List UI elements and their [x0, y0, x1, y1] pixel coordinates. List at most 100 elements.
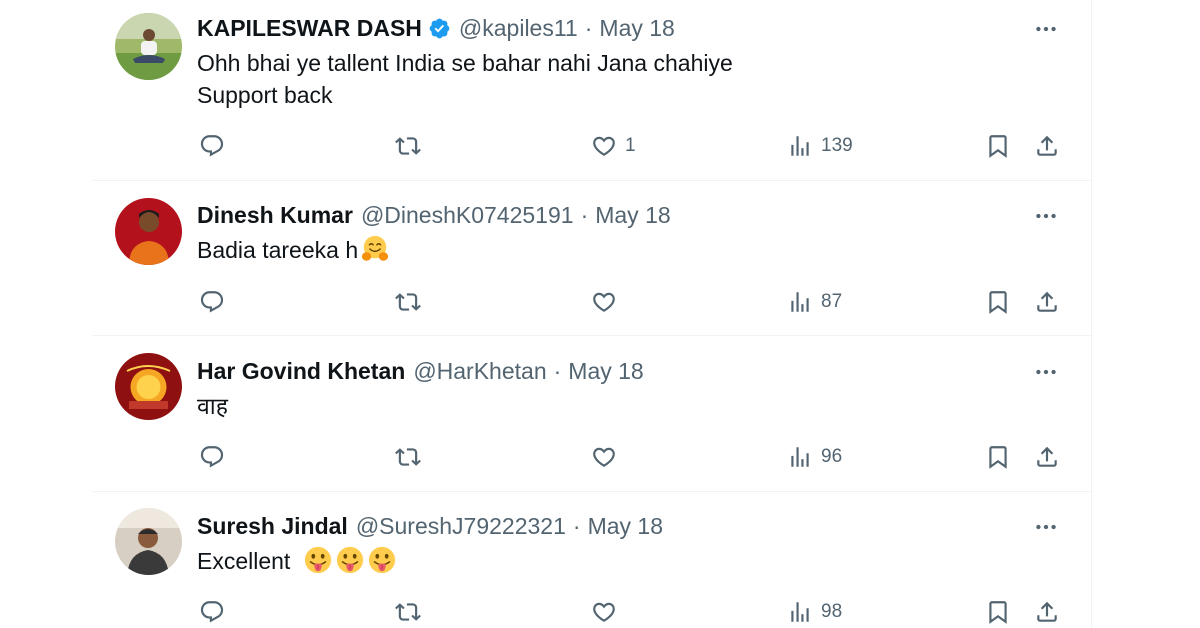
- user-handle[interactable]: @SureshJ79222321: [356, 513, 566, 540]
- display-name[interactable]: Suresh Jindal: [197, 513, 348, 540]
- share-icon: [1034, 133, 1060, 159]
- reply-text: Excellent: [197, 545, 397, 577]
- reply-text-line: Ohh bhai ye tallent India se bahar nahi …: [197, 50, 733, 76]
- view-count: 98: [821, 601, 843, 622]
- reply-item[interactable]: Dinesh Kumar @DineshK07425191 · May 18 B…: [93, 181, 1091, 336]
- retweet-icon: [395, 599, 421, 625]
- display-name[interactable]: Dinesh Kumar: [197, 202, 353, 229]
- more-icon[interactable]: [1031, 512, 1061, 542]
- post-date[interactable]: May 18: [595, 202, 670, 229]
- like-icon: [591, 444, 617, 470]
- share-icon: [1034, 444, 1060, 470]
- reply-icon: [199, 599, 225, 625]
- reply-icon: [199, 289, 225, 315]
- post-date[interactable]: May 18: [568, 358, 643, 385]
- views-button[interactable]: 96: [787, 441, 842, 473]
- reply-button[interactable]: [199, 286, 225, 318]
- like-button[interactable]: 1: [591, 130, 636, 162]
- retweet-button[interactable]: [395, 130, 421, 162]
- reply-text-content: Excellent: [197, 548, 291, 574]
- bookmark-icon: [985, 444, 1011, 470]
- action-bar: 98: [93, 596, 1091, 628]
- reply-button[interactable]: [199, 130, 225, 162]
- separator-dot: ·: [584, 14, 593, 41]
- avatar[interactable]: [115, 508, 182, 575]
- views-button[interactable]: 139: [787, 130, 853, 162]
- more-icon[interactable]: [1031, 14, 1061, 44]
- like-icon: [591, 599, 617, 625]
- view-count: 87: [821, 291, 843, 312]
- replies-timeline: KAPILESWAR DASH @kapiles11 · May 18 Ohh …: [93, 0, 1092, 628]
- separator-dot: ·: [580, 201, 589, 228]
- avatar[interactable]: [115, 198, 182, 265]
- like-button[interactable]: [591, 596, 617, 628]
- views-button[interactable]: 87: [787, 286, 842, 318]
- reply-item[interactable]: KAPILESWAR DASH @kapiles11 · May 18 Ohh …: [93, 0, 1091, 181]
- bookmark-button[interactable]: [985, 130, 1011, 162]
- reply-button[interactable]: [199, 441, 225, 473]
- retweet-button[interactable]: [395, 596, 421, 628]
- like-button[interactable]: [591, 441, 617, 473]
- retweet-icon: [395, 444, 421, 470]
- hugging-face-emoji-icon: [360, 234, 390, 264]
- share-button[interactable]: [1034, 130, 1060, 162]
- reply-button[interactable]: [199, 596, 225, 628]
- bookmark-button[interactable]: [985, 441, 1011, 473]
- user-handle[interactable]: @kapiles11: [459, 15, 578, 42]
- reply-header: KAPILESWAR DASH @kapiles11 · May 18: [197, 13, 675, 43]
- bookmark-icon: [985, 133, 1011, 159]
- views-icon: [787, 444, 813, 470]
- reply-item[interactable]: Suresh Jindal @SureshJ79222321 · May 18 …: [93, 492, 1091, 628]
- reply-text-content: Badia tareeka h: [197, 237, 359, 263]
- reply-header: Suresh Jindal @SureshJ79222321 · May 18: [197, 511, 663, 541]
- post-date[interactable]: May 18: [599, 15, 674, 42]
- retweet-button[interactable]: [395, 441, 421, 473]
- views-icon: [787, 599, 813, 625]
- reply-text: वाह: [197, 390, 228, 422]
- retweet-icon: [395, 133, 421, 159]
- face-with-tongue-emoji-icon: [335, 545, 365, 575]
- display-name[interactable]: KAPILESWAR DASH: [197, 15, 422, 42]
- bookmark-icon: [985, 599, 1011, 625]
- views-icon: [787, 133, 813, 159]
- view-count: 96: [821, 446, 843, 467]
- views-button[interactable]: 98: [787, 596, 842, 628]
- reply-header: Har Govind Khetan @HarKhetan · May 18: [197, 356, 644, 386]
- avatar[interactable]: [115, 353, 182, 420]
- reply-text: Badia tareeka h: [197, 234, 390, 266]
- like-icon: [591, 133, 617, 159]
- share-button[interactable]: [1034, 441, 1060, 473]
- bookmark-icon: [985, 289, 1011, 315]
- retweet-icon: [395, 289, 421, 315]
- separator-dot: ·: [572, 512, 581, 539]
- reply-header: Dinesh Kumar @DineshK07425191 · May 18: [197, 200, 671, 230]
- share-button[interactable]: [1034, 286, 1060, 318]
- bookmark-button[interactable]: [985, 286, 1011, 318]
- bookmark-button[interactable]: [985, 596, 1011, 628]
- like-button[interactable]: [591, 286, 617, 318]
- face-with-tongue-emoji-icon: [367, 545, 397, 575]
- user-handle[interactable]: @DineshK07425191: [361, 202, 574, 229]
- face-with-tongue-emoji-icon: [303, 545, 333, 575]
- reply-item[interactable]: Har Govind Khetan @HarKhetan · May 18 वा…: [93, 336, 1091, 492]
- share-icon: [1034, 289, 1060, 315]
- view-count: 139: [821, 135, 853, 156]
- verified-badge-icon: [428, 17, 451, 40]
- share-icon: [1034, 599, 1060, 625]
- user-handle[interactable]: @HarKhetan: [413, 358, 546, 385]
- like-icon: [591, 289, 617, 315]
- avatar[interactable]: [115, 13, 182, 80]
- views-icon: [787, 289, 813, 315]
- reply-text: Ohh bhai ye tallent India se bahar nahi …: [197, 47, 733, 111]
- reply-icon: [199, 444, 225, 470]
- more-icon[interactable]: [1031, 201, 1061, 231]
- post-date[interactable]: May 18: [588, 513, 663, 540]
- action-bar: 96: [93, 441, 1091, 473]
- share-button[interactable]: [1034, 596, 1060, 628]
- retweet-button[interactable]: [395, 286, 421, 318]
- like-count: 1: [625, 135, 636, 156]
- reply-text-content: वाह: [197, 393, 228, 419]
- action-bar: 87: [93, 286, 1091, 318]
- display-name[interactable]: Har Govind Khetan: [197, 358, 405, 385]
- more-icon[interactable]: [1031, 357, 1061, 387]
